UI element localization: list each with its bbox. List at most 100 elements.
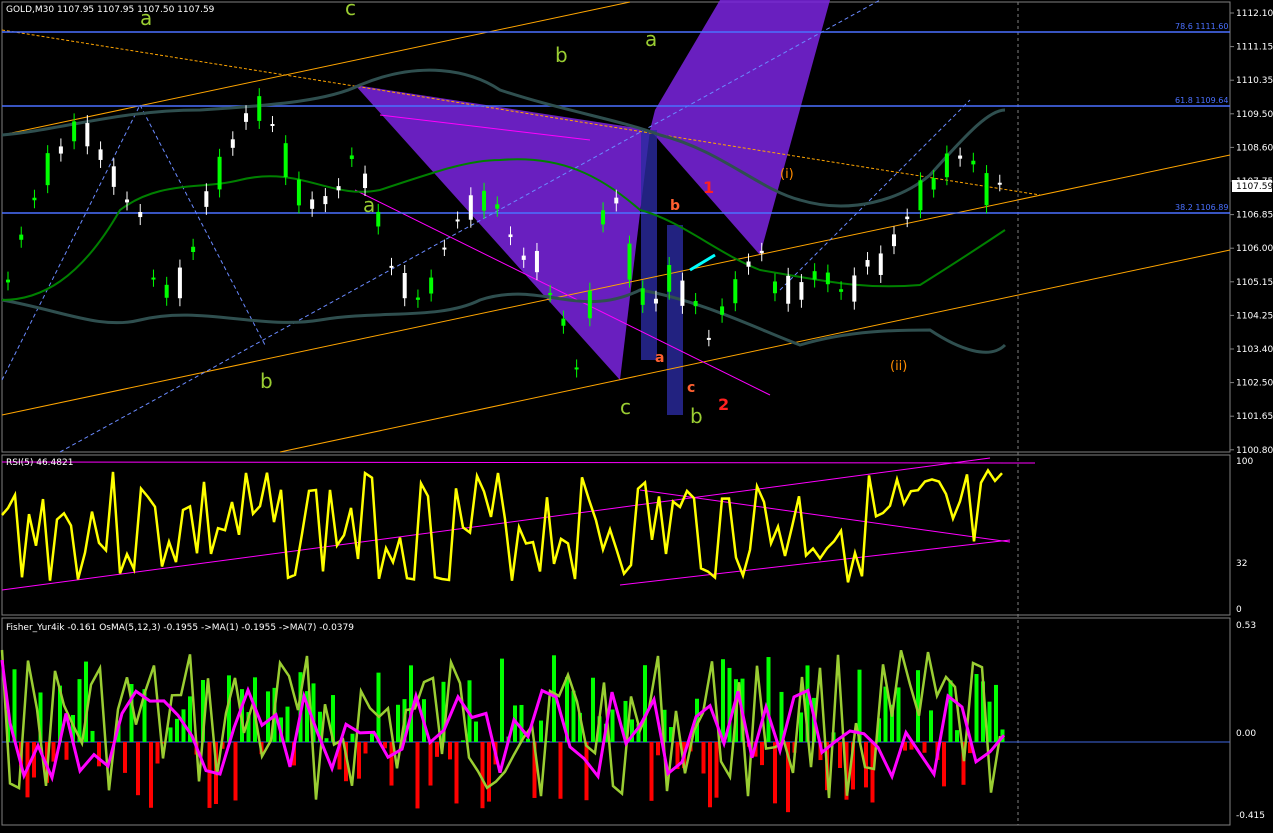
fisher-histogram-bar — [656, 742, 660, 755]
wave-label-orange: (i) — [780, 167, 794, 182]
fisher-histogram-bar — [429, 742, 433, 786]
candle-body — [628, 244, 632, 280]
price-tick: 1111.15 — [1236, 43, 1273, 53]
candle-body — [297, 180, 301, 206]
candle-body — [985, 173, 989, 205]
fisher-histogram-bar — [123, 742, 127, 773]
candle-body — [892, 234, 896, 246]
candle-body — [918, 180, 922, 210]
candle-body — [270, 124, 274, 126]
candle-body — [760, 251, 764, 253]
fisher-tick: 0.00 — [1236, 729, 1256, 739]
fisher-histogram-bar — [396, 705, 400, 742]
candle-body — [85, 123, 89, 146]
wave-triangle-2 — [650, 0, 830, 255]
fisher-histogram-bar — [611, 710, 615, 742]
fisher-histogram-bar — [643, 665, 647, 742]
candle-body — [204, 191, 208, 207]
wave-label-red: c — [687, 380, 695, 396]
fisher-histogram-bar — [351, 734, 355, 742]
fib-level-label: 78.6 1111.60 — [1175, 22, 1228, 31]
fisher-panel[interactable] — [2, 618, 1230, 825]
candle-body — [257, 96, 261, 121]
candle-body — [191, 247, 195, 252]
fisher-histogram-bar — [949, 680, 953, 742]
candle-body — [575, 367, 579, 369]
wave-label-orange: (ii) — [890, 359, 907, 374]
fisher-histogram-bar — [156, 742, 160, 764]
price-tick: 1106.00 — [1236, 244, 1273, 254]
candle-body — [469, 195, 473, 219]
fisher-histogram-bar — [325, 738, 329, 742]
wave-label-red: b — [670, 198, 680, 214]
candle-body — [509, 234, 513, 237]
candle-body — [99, 149, 103, 160]
rsi-tick: 32 — [1236, 559, 1247, 569]
fisher-histogram-bar — [175, 719, 179, 742]
fisher-histogram-bar — [91, 731, 95, 742]
candle-body — [786, 276, 790, 304]
candle-body — [429, 278, 433, 294]
price-tick: 1110.35 — [1236, 76, 1273, 86]
wave-label-red: 1 — [703, 178, 714, 197]
fib-level-label: 38.2 1106.89 — [1175, 203, 1228, 212]
rsi-tick: 0 — [1236, 605, 1242, 615]
fisher-histogram-bar — [357, 742, 361, 779]
wave-label-green: c — [345, 0, 356, 20]
fisher-histogram-bar — [520, 705, 524, 742]
candle-body — [138, 212, 142, 217]
fisher-histogram-bar — [208, 742, 212, 808]
candle-body — [151, 278, 155, 280]
price-tick: 1108.60 — [1236, 143, 1273, 153]
candle-body — [244, 113, 248, 122]
candle-body — [707, 338, 711, 340]
highlight-bar-1 — [641, 130, 657, 360]
price-tick: 1112.10 — [1236, 9, 1273, 19]
fisher-histogram-bar — [955, 730, 959, 742]
candle-body — [495, 204, 499, 208]
fisher-histogram-bar — [65, 742, 69, 760]
trading-chart-window[interactable]: 78.6 1111.6061.8 1109.6438.2 1106.89 111… — [0, 0, 1273, 829]
candle-body — [654, 299, 658, 304]
fisher-histogram-bar — [409, 665, 413, 742]
wave-label-green: b — [260, 369, 273, 393]
fisher-histogram-bar — [487, 742, 491, 802]
candle-body — [376, 212, 380, 227]
fisher-histogram-bar — [650, 742, 654, 801]
fisher-histogram-bar — [760, 742, 764, 765]
price-tick: 1109.50 — [1236, 110, 1273, 120]
candle-body — [694, 301, 698, 306]
fisher-tick: 0.53 — [1236, 621, 1256, 631]
fisher-histogram-bar — [715, 742, 719, 798]
candle-body — [218, 157, 222, 190]
rsi-header: RSI(5) 46.4821 — [6, 458, 73, 468]
fisher-histogram-bar — [377, 673, 381, 742]
fisher-histogram-bar — [286, 707, 290, 742]
candle-body — [641, 288, 645, 305]
fisher-histogram-bar — [500, 659, 504, 742]
candle-body — [165, 285, 169, 298]
fib-level-label: 61.8 1109.64 — [1175, 96, 1228, 105]
price-tick: 1104.25 — [1236, 311, 1273, 321]
current-price-label: 1107.59 — [1236, 182, 1273, 192]
rsi-panel[interactable] — [2, 455, 1230, 615]
candle-body — [46, 153, 50, 185]
fisher-histogram-bar — [539, 721, 543, 742]
fisher-histogram-bar — [448, 742, 452, 759]
rsi-trend-lower — [620, 540, 1010, 585]
candle-body — [442, 248, 446, 250]
candle-body — [971, 161, 975, 165]
candle-body — [866, 260, 870, 267]
candle-body — [389, 266, 393, 268]
fisher-histogram-bar — [975, 674, 979, 742]
price-tick: 1106.85 — [1236, 211, 1273, 221]
candle-body — [535, 251, 539, 272]
candle-body — [720, 306, 724, 314]
candle-body — [958, 156, 962, 159]
candle-body — [852, 275, 856, 301]
fisher-tick: -0.415 — [1236, 811, 1265, 821]
fisher-histogram-bar — [721, 659, 725, 742]
rsi-top-line — [2, 462, 1035, 463]
fisher-histogram-bar — [708, 742, 712, 807]
fisher-histogram-bar — [364, 742, 368, 753]
